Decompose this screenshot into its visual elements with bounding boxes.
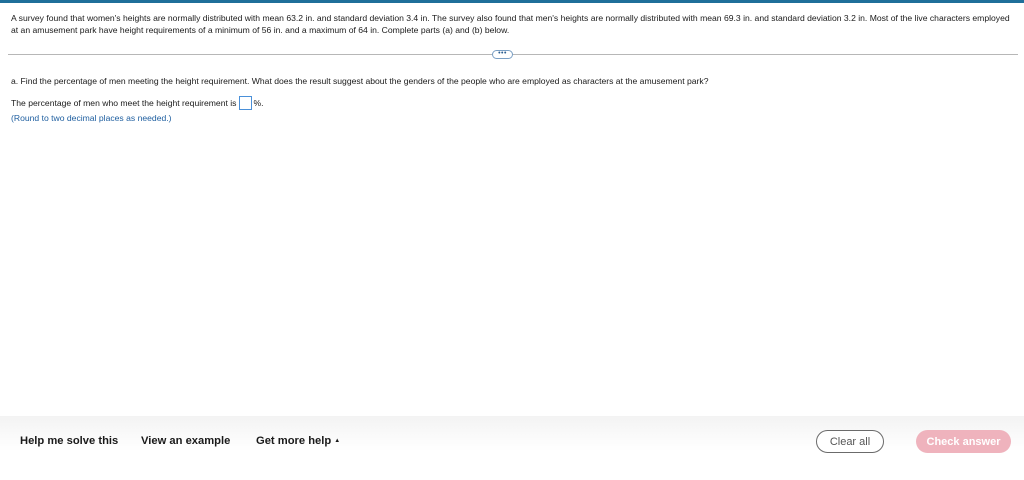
clear-all-button[interactable]: Clear all [816,430,884,453]
percentage-answer-input[interactable] [239,96,253,110]
caret-up-icon: ▲ [334,438,341,444]
answer-prefix: The percentage of men who meet the heigh… [11,98,237,108]
ellipsis-icon: ••• [498,49,507,57]
answer-suffix: %. [253,98,264,108]
view-an-example-link[interactable]: View an example [141,435,230,447]
problem-statement: A survey found that women's heights are … [11,13,1010,35]
top-accent-bar [0,0,1024,3]
rounding-hint: (Round to two decimal places as needed.) [11,113,172,123]
part-a-question: a. Find the percentage of men meeting th… [11,76,709,86]
get-more-help-menu[interactable]: Get more help ▲ [256,435,340,447]
answer-line: The percentage of men who meet the heigh… [11,96,264,110]
check-answer-button[interactable]: Check answer [916,430,1011,453]
help-me-solve-this-link[interactable]: Help me solve this [20,435,118,447]
expand-more-button[interactable]: ••• [492,50,513,59]
get-more-help-label: Get more help [256,435,332,447]
section-divider [8,54,1018,55]
